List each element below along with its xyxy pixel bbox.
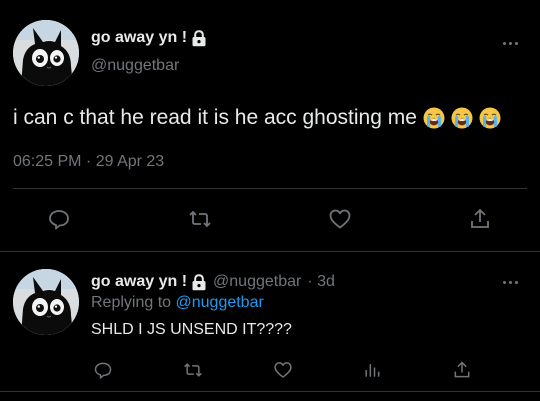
like-button[interactable]	[327, 206, 353, 232]
reply-time[interactable]: · 3d	[307, 273, 335, 291]
display-name-text: go away yn !	[91, 29, 188, 46]
divider	[13, 188, 527, 189]
divider	[0, 251, 540, 252]
share-icon	[471, 208, 489, 228]
retweet-button[interactable]	[187, 206, 213, 232]
loudly-crying-face-icon	[423, 107, 445, 129]
share-button[interactable]	[467, 206, 493, 232]
tweet-text: i can c that he read it is he acc ghosti…	[13, 106, 501, 130]
retweet-icon	[189, 210, 211, 228]
more-options-icon[interactable]	[503, 279, 523, 285]
reply-icon	[94, 362, 112, 379]
user-handle[interactable]: @nuggetbar	[91, 57, 179, 75]
avatar[interactable]	[13, 269, 79, 335]
divider	[0, 391, 540, 392]
analytics-button[interactable]	[359, 357, 385, 383]
share-button[interactable]	[449, 357, 475, 383]
like-icon	[329, 209, 351, 229]
reply-tweet[interactable]: go away yn ! @nuggetbar · 3d Replying to…	[0, 253, 540, 401]
main-tweet[interactable]: go away yn ! @nuggetbar i can c that he …	[0, 0, 540, 252]
share-icon	[454, 361, 470, 378]
reply-header: go away yn ! @nuggetbar · 3d	[91, 273, 335, 291]
reply-icon	[49, 210, 69, 230]
lock-icon	[191, 30, 207, 47]
avatar[interactable]	[13, 20, 79, 86]
retweet-button[interactable]	[180, 357, 206, 383]
loudly-crying-face-icon	[479, 107, 501, 129]
replying-to-mention[interactable]: @nuggetbar	[176, 294, 264, 311]
analytics-icon	[365, 364, 380, 377]
replying-to: Replying to @nuggetbar	[91, 294, 264, 312]
replying-to-prefix: Replying to	[91, 294, 172, 311]
like-icon	[274, 362, 292, 378]
reply-button[interactable]	[46, 206, 72, 232]
tweet-text-content: i can c that he read it is he acc ghosti…	[13, 106, 417, 129]
reply-text: SHLD I JS UNSEND IT????	[91, 321, 292, 338]
cat-avatar-image	[13, 269, 79, 335]
more-options-icon[interactable]	[503, 40, 523, 46]
display-name[interactable]: go away yn !	[91, 29, 207, 47]
tweet-timestamp[interactable]: 06:25 PM · 29 Apr 23	[13, 153, 164, 171]
retweet-icon	[184, 363, 202, 377]
cat-avatar-image	[13, 20, 79, 86]
loudly-crying-face-icon	[451, 107, 473, 129]
like-button[interactable]	[270, 357, 296, 383]
lock-icon	[191, 274, 207, 291]
display-name-text[interactable]: go away yn !	[91, 273, 187, 291]
user-handle[interactable]: @nuggetbar	[213, 273, 301, 291]
reply-button[interactable]	[90, 357, 116, 383]
